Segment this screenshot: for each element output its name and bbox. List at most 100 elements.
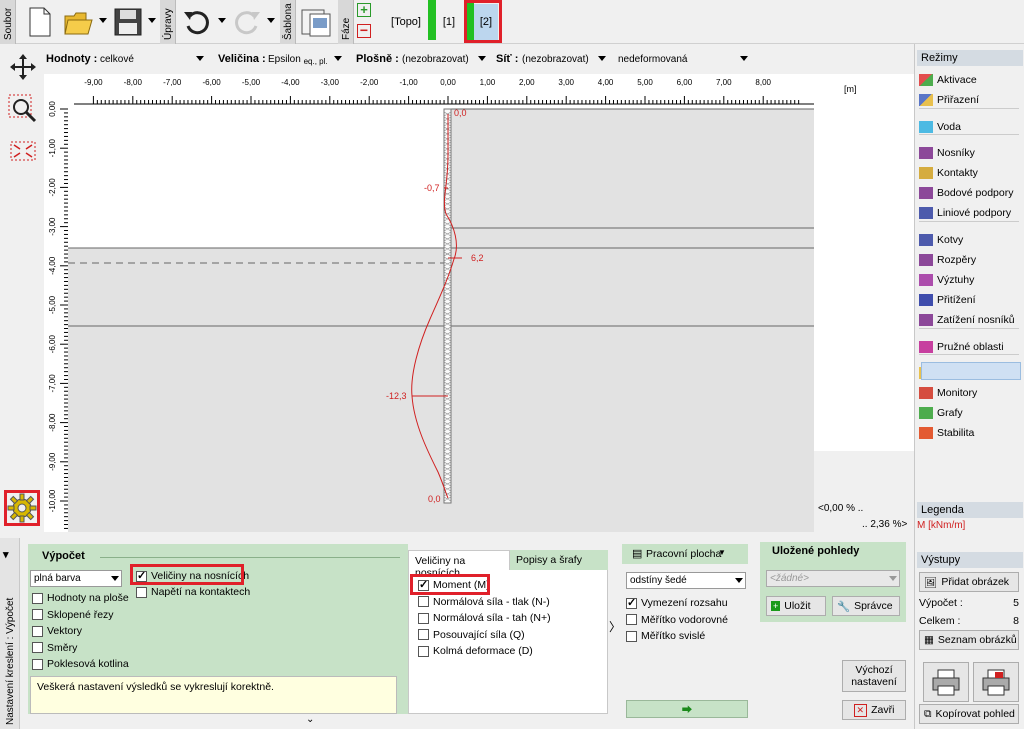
excavation-area [68,109,448,248]
side-tab[interactable]: ▾ Nastavení kreslení : Výpočet [0,538,20,729]
side-tab-label: Nastavení kreslení : Výpočet [5,597,16,725]
close-button[interactable]: ✕ Zavři [842,700,906,720]
checkbox[interactable] [626,630,637,642]
checkbox[interactable] [32,658,43,670]
tab-beam-values[interactable]: Veličiny na nosnících [408,550,510,579]
print-pdf-button[interactable] [973,662,1019,702]
checkbox[interactable] [418,612,429,624]
mode-item-6[interactable]: Liniové podpory [919,204,1011,222]
save-view-button[interactable]: + Uložit [766,596,826,616]
checkbox[interactable] [32,609,43,620]
checkbox[interactable] [136,569,147,582]
checkbox-row[interactable]: Posouvající síla (Q) [418,629,525,641]
collapse-icon[interactable]: ▾ [3,548,9,561]
checkbox-row[interactable]: Měřítko svislé [626,630,705,642]
checkbox-row[interactable]: Hodnoty na ploše [32,592,129,604]
zoom-icon[interactable] [8,94,38,124]
checkbox-row[interactable]: Vektory [32,625,82,637]
celkem-count-row: Celkem : 8 [919,615,1019,627]
workspace-header[interactable]: ▤ Pracovní plocha ▼ [622,544,748,564]
print-button[interactable] [923,662,969,702]
checkbox-row[interactable]: Napětí na kontaktech [136,586,250,598]
mode-item-16[interactable]: Stabilita [919,424,974,442]
undo-dropdown-icon[interactable] [218,18,226,23]
mode-item-5[interactable]: Bodové podpory [919,184,1013,202]
mode-item-1[interactable]: Přiřazení [919,91,979,109]
soubor-tab[interactable]: Soubor [0,0,16,44]
mode-item-0[interactable]: Aktivace [919,71,977,89]
checkbox-row[interactable]: Moment (M) [418,578,490,591]
checkbox-row[interactable]: Měřítko vodorovné [626,614,728,626]
checkbox[interactable] [626,596,637,609]
checkbox[interactable] [32,592,43,604]
mode-item-9[interactable]: Výztuhy [919,271,974,289]
zoom-extents-icon[interactable] [8,136,38,166]
image-list-button[interactable]: ▦ Seznam obrázků [919,630,1019,650]
checkbox[interactable] [418,645,429,657]
shade-select[interactable]: odstíny šedé [626,572,746,589]
copy-view-button[interactable]: ⧉ Kopírovat pohled [919,704,1019,724]
drawing-canvas[interactable]: -9,00 -8,00 -7,00 -6,00 -5,00 -4,00 -3,00 -2,00… [44,74,914,532]
redo-dropdown-icon[interactable] [267,18,275,23]
checkbox[interactable] [418,629,429,640]
checkbox-row[interactable]: Směry [32,642,77,654]
save-dropdown-icon[interactable] [148,18,156,23]
phase-2[interactable]: [2] [474,4,498,40]
plosne-select[interactable]: (nezobrazovat) [402,51,488,67]
faze-tab[interactable]: Fáze [338,0,354,44]
tab-labels-hatches[interactable]: Popisy a šrafy [510,550,608,570]
mode-item-10[interactable]: Přitížení [919,291,976,309]
checkbox[interactable] [32,625,43,637]
default-settings-button[interactable]: Výchozí nastavení [842,660,906,692]
redo-icon[interactable] [228,4,264,40]
mode-item-3[interactable]: Nosníky [919,144,975,162]
new-file-icon[interactable] [22,4,58,40]
velicina-select[interactable]: Epsilon eq., pl. [268,51,344,67]
settings-button[interactable] [4,490,40,526]
checkbox[interactable] [136,586,147,598]
upravy-tab[interactable]: Úpravy [160,0,176,44]
mode-item-11[interactable]: Zatížení nosníků [919,311,1015,329]
add-image-button[interactable]: 🖼 Přidat obrázek [919,572,1019,592]
sablona-tab[interactable]: Šablona [280,0,296,44]
mode-item-12[interactable]: Pružné oblasti [919,338,1004,356]
save-icon[interactable] [110,4,146,40]
add-phase-icon[interactable]: + [357,3,371,17]
mode-item-14[interactable]: Monitory [919,384,977,402]
mode-item-7[interactable]: Kotvy [919,231,963,249]
sit-select[interactable]: (nezobrazovat) [522,51,608,67]
color-mode-select[interactable]: plná barva [30,570,122,587]
checkbox[interactable] [626,614,637,625]
open-dropdown-icon[interactable] [99,18,107,23]
mode-item-15[interactable]: Grafy [919,404,963,422]
move-icon[interactable] [8,52,38,82]
expand-right-icon[interactable]: 〉 [609,618,621,635]
checkbox-row[interactable]: Normálová síla - tlak (N-) [418,596,550,608]
phase-1[interactable]: [1] [438,4,460,40]
checkbox[interactable] [32,642,43,653]
y-tick-label: -9,00 [48,452,57,471]
manager-button[interactable]: 🔧 Správce [832,596,900,616]
checkbox-row[interactable]: Vymezení rozsahu [626,596,728,609]
checkbox-row[interactable]: Sklopené řezy [32,609,114,621]
checkbox-row[interactable]: Normálová síla - tah (N+) [418,612,551,624]
apply-button[interactable]: ⮕ [626,700,748,718]
saved-view-select[interactable]: <žádné> [766,570,900,587]
undo-icon[interactable] [180,4,216,40]
hodnoty-select[interactable]: celkové [100,51,206,67]
remove-phase-icon[interactable]: − [357,23,371,38]
mode-item-2[interactable]: Voda [919,118,961,136]
checkbox-row[interactable]: Veličiny na nosnících [136,569,249,582]
checkbox[interactable] [418,596,429,607]
mode-item-4[interactable]: Kontakty [919,164,978,182]
open-file-icon[interactable] [62,4,98,40]
checkbox-row[interactable]: Poklesová kotlina [32,658,129,670]
deformation-select[interactable]: nedeformovaná [618,51,750,67]
mode-label: Přiřazení [937,94,980,106]
template-icon[interactable] [298,4,334,40]
phase-topo[interactable]: [Topo] [386,4,426,40]
checkbox[interactable] [418,578,429,591]
mode-item-8[interactable]: Rozpěry [919,251,976,269]
expand-down-icon[interactable]: ⌄ [306,714,314,725]
checkbox-row[interactable]: Kolmá deformace (D) [418,645,533,657]
